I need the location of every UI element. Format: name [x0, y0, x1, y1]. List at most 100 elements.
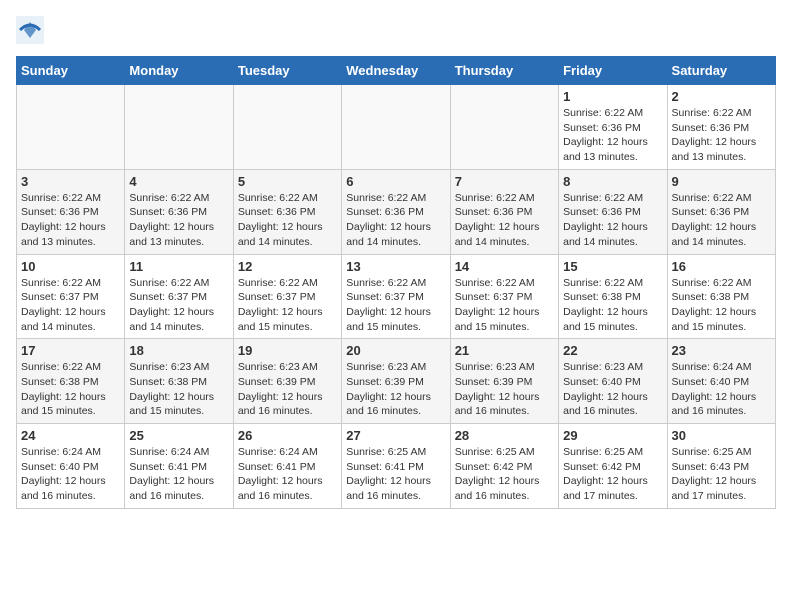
weekday-header-cell: Tuesday	[233, 57, 341, 85]
calendar-cell: 8 Sunrise: 6:22 AMSunset: 6:36 PMDaylight…	[559, 169, 667, 254]
weekday-header-cell: Monday	[125, 57, 233, 85]
day-number: 6	[346, 174, 445, 189]
calendar-cell	[17, 85, 125, 170]
calendar-week-row: 17 Sunrise: 6:22 AMSunset: 6:38 PMDayligh…	[17, 339, 776, 424]
calendar-cell	[450, 85, 558, 170]
day-number: 18	[129, 343, 228, 358]
day-info: Sunrise: 6:22 AMSunset: 6:37 PMDaylight:…	[21, 276, 120, 335]
calendar-cell: 10 Sunrise: 6:22 AMSunset: 6:37 PMDayligh…	[17, 254, 125, 339]
day-info: Sunrise: 6:23 AMSunset: 6:40 PMDaylight:…	[563, 360, 662, 419]
day-number: 15	[563, 259, 662, 274]
day-number: 3	[21, 174, 120, 189]
calendar-cell: 26 Sunrise: 6:24 AMSunset: 6:41 PMDayligh…	[233, 424, 341, 509]
weekday-header-cell: Saturday	[667, 57, 775, 85]
day-number: 17	[21, 343, 120, 358]
day-info: Sunrise: 6:22 AMSunset: 6:36 PMDaylight:…	[346, 191, 445, 250]
calendar-cell: 20Sunrise: 6:23 AMSunset: 6:39 PMDayligh…	[342, 339, 450, 424]
weekday-header-cell: Friday	[559, 57, 667, 85]
day-number: 27	[346, 428, 445, 443]
calendar-week-row: 3 Sunrise: 6:22 AMSunset: 6:36 PMDaylight…	[17, 169, 776, 254]
day-info: Sunrise: 6:22 AMSunset: 6:37 PMDaylight:…	[346, 276, 445, 335]
day-number: 2	[672, 89, 771, 104]
calendar-week-row: 10 Sunrise: 6:22 AMSunset: 6:37 PMDayligh…	[17, 254, 776, 339]
calendar-cell: 17 Sunrise: 6:22 AMSunset: 6:38 PMDayligh…	[17, 339, 125, 424]
day-info: Sunrise: 6:25 AMSunset: 6:42 PMDaylight:…	[455, 445, 554, 504]
page-header	[16, 16, 776, 44]
calendar-cell: 22 Sunrise: 6:23 AMSunset: 6:40 PMDayligh…	[559, 339, 667, 424]
calendar-cell: 18 Sunrise: 6:23 AMSunset: 6:38 PMDayligh…	[125, 339, 233, 424]
logo-icon	[16, 16, 44, 44]
day-number: 10	[21, 259, 120, 274]
calendar-cell: 4 Sunrise: 6:22 AMSunset: 6:36 PMDaylight…	[125, 169, 233, 254]
calendar-cell: 7 Sunrise: 6:22 AMSunset: 6:36 PMDaylight…	[450, 169, 558, 254]
day-info: Sunrise: 6:22 AMSunset: 6:36 PMDaylight:…	[672, 106, 771, 165]
calendar-cell: 12 Sunrise: 6:22 AMSunset: 6:37 PMDayligh…	[233, 254, 341, 339]
day-info: Sunrise: 6:22 AMSunset: 6:36 PMDaylight:…	[563, 191, 662, 250]
day-info: Sunrise: 6:23 AMSunset: 6:39 PMDaylight:…	[455, 360, 554, 419]
day-info: Sunrise: 6:23 AMSunset: 6:39 PMDaylight:…	[346, 360, 445, 419]
calendar-cell	[125, 85, 233, 170]
calendar-cell: 30Sunrise: 6:25 AMSunset: 6:43 PMDayligh…	[667, 424, 775, 509]
day-number: 4	[129, 174, 228, 189]
calendar-cell: 5 Sunrise: 6:22 AMSunset: 6:36 PMDaylight…	[233, 169, 341, 254]
day-info: Sunrise: 6:22 AMSunset: 6:36 PMDaylight:…	[563, 106, 662, 165]
day-number: 25	[129, 428, 228, 443]
day-info: Sunrise: 6:22 AMSunset: 6:36 PMDaylight:…	[455, 191, 554, 250]
calendar-week-row: 24 Sunrise: 6:24 AMSunset: 6:40 PMDayligh…	[17, 424, 776, 509]
calendar-cell: 13 Sunrise: 6:22 AMSunset: 6:37 PMDayligh…	[342, 254, 450, 339]
day-number: 28	[455, 428, 554, 443]
calendar-cell: 28 Sunrise: 6:25 AMSunset: 6:42 PMDayligh…	[450, 424, 558, 509]
day-number: 14	[455, 259, 554, 274]
day-number: 11	[129, 259, 228, 274]
day-number: 19	[238, 343, 337, 358]
weekday-header-row: SundayMondayTuesdayWednesdayThursdayFrid…	[17, 57, 776, 85]
day-info: Sunrise: 6:24 AMSunset: 6:41 PMDaylight:…	[129, 445, 228, 504]
calendar-week-row: 1 Sunrise: 6:22 AMSunset: 6:36 PMDaylight…	[17, 85, 776, 170]
day-info: Sunrise: 6:22 AMSunset: 6:37 PMDaylight:…	[238, 276, 337, 335]
day-info: Sunrise: 6:24 AMSunset: 6:40 PMDaylight:…	[672, 360, 771, 419]
day-number: 1	[563, 89, 662, 104]
day-number: 12	[238, 259, 337, 274]
day-info: Sunrise: 6:22 AMSunset: 6:37 PMDaylight:…	[129, 276, 228, 335]
day-info: Sunrise: 6:23 AMSunset: 6:38 PMDaylight:…	[129, 360, 228, 419]
day-info: Sunrise: 6:22 AMSunset: 6:38 PMDaylight:…	[563, 276, 662, 335]
calendar-cell: 19 Sunrise: 6:23 AMSunset: 6:39 PMDayligh…	[233, 339, 341, 424]
day-number: 8	[563, 174, 662, 189]
day-info: Sunrise: 6:22 AMSunset: 6:36 PMDaylight:…	[21, 191, 120, 250]
day-info: Sunrise: 6:24 AMSunset: 6:40 PMDaylight:…	[21, 445, 120, 504]
calendar-cell: 9Sunrise: 6:22 AMSunset: 6:36 PMDaylight…	[667, 169, 775, 254]
day-info: Sunrise: 6:22 AMSunset: 6:38 PMDaylight:…	[672, 276, 771, 335]
calendar-cell	[342, 85, 450, 170]
day-info: Sunrise: 6:24 AMSunset: 6:41 PMDaylight:…	[238, 445, 337, 504]
day-number: 24	[21, 428, 120, 443]
day-info: Sunrise: 6:25 AMSunset: 6:42 PMDaylight:…	[563, 445, 662, 504]
day-number: 16	[672, 259, 771, 274]
day-number: 7	[455, 174, 554, 189]
day-number: 29	[563, 428, 662, 443]
day-info: Sunrise: 6:22 AMSunset: 6:38 PMDaylight:…	[21, 360, 120, 419]
day-info: Sunrise: 6:22 AMSunset: 6:36 PMDaylight:…	[238, 191, 337, 250]
calendar-cell: 16 Sunrise: 6:22 AMSunset: 6:38 PMDayligh…	[667, 254, 775, 339]
calendar-cell: 15 Sunrise: 6:22 AMSunset: 6:38 PMDayligh…	[559, 254, 667, 339]
calendar-cell: 21Sunrise: 6:23 AMSunset: 6:39 PMDayligh…	[450, 339, 558, 424]
calendar-cell: 29 Sunrise: 6:25 AMSunset: 6:42 PMDayligh…	[559, 424, 667, 509]
calendar-cell: 6 Sunrise: 6:22 AMSunset: 6:36 PMDaylight…	[342, 169, 450, 254]
weekday-header-cell: Wednesday	[342, 57, 450, 85]
calendar-cell: 1 Sunrise: 6:22 AMSunset: 6:36 PMDaylight…	[559, 85, 667, 170]
day-info: Sunrise: 6:25 AMSunset: 6:41 PMDaylight:…	[346, 445, 445, 504]
calendar-cell: 11 Sunrise: 6:22 AMSunset: 6:37 PMDayligh…	[125, 254, 233, 339]
calendar-cell: 24 Sunrise: 6:24 AMSunset: 6:40 PMDayligh…	[17, 424, 125, 509]
weekday-header-cell: Sunday	[17, 57, 125, 85]
calendar-cell: 14Sunrise: 6:22 AMSunset: 6:37 PMDayligh…	[450, 254, 558, 339]
day-number: 26	[238, 428, 337, 443]
day-info: Sunrise: 6:22 AMSunset: 6:36 PMDaylight:…	[129, 191, 228, 250]
calendar-body: 1 Sunrise: 6:22 AMSunset: 6:36 PMDaylight…	[17, 85, 776, 509]
day-number: 5	[238, 174, 337, 189]
day-number: 13	[346, 259, 445, 274]
day-number: 22	[563, 343, 662, 358]
calendar-cell: 3 Sunrise: 6:22 AMSunset: 6:36 PMDaylight…	[17, 169, 125, 254]
calendar-cell: 25 Sunrise: 6:24 AMSunset: 6:41 PMDayligh…	[125, 424, 233, 509]
day-info: Sunrise: 6:23 AMSunset: 6:39 PMDaylight:…	[238, 360, 337, 419]
day-number: 23	[672, 343, 771, 358]
day-info: Sunrise: 6:25 AMSunset: 6:43 PMDaylight:…	[672, 445, 771, 504]
